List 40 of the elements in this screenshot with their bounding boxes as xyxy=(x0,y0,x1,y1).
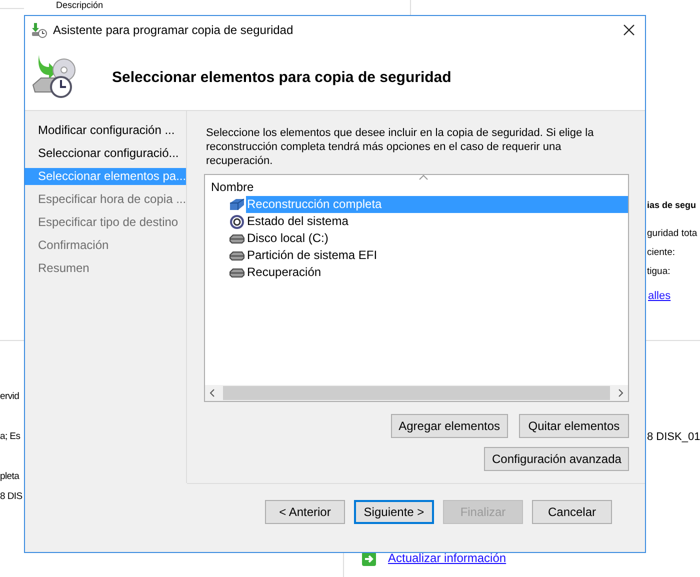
drive-icon xyxy=(229,234,245,244)
list-action-button[interactable]: Agregar elementos xyxy=(390,414,508,438)
info-label: pleta xyxy=(0,471,20,482)
info-label: ciente: xyxy=(647,247,675,258)
list-item[interactable]: Partición de sistema EFI xyxy=(246,247,628,264)
arrow-icon xyxy=(362,552,376,566)
info-label: ervid xyxy=(0,391,20,402)
wizard-button[interactable]: Cancelar xyxy=(532,500,612,524)
list-item[interactable]: Recuperación xyxy=(246,264,628,281)
list-item[interactable]: Disco local (C:) xyxy=(246,230,628,247)
list-action-button[interactable]: Quitar elementos xyxy=(519,414,629,438)
info-label: a; Es xyxy=(0,431,20,442)
wizard-step[interactable]: Seleccionar configuració... xyxy=(25,145,186,162)
page-heading: Seleccionar elementos para copia de seguridad xyxy=(112,68,452,86)
sort-icon xyxy=(419,175,428,180)
info-label: guridad tota xyxy=(647,228,698,239)
horizontal-scrollbar[interactable] xyxy=(205,385,628,401)
info-label: tigua: xyxy=(647,266,670,277)
wizard-step[interactable]: Modificar configuración ... xyxy=(25,122,186,139)
wizard-button[interactable]: < Anterior xyxy=(265,500,345,524)
drive-icon xyxy=(229,268,245,278)
info-label: 8 DIS xyxy=(0,491,22,502)
column-header[interactable]: Nombre xyxy=(205,178,628,196)
advanced-settings-button[interactable]: Configuración avanzada xyxy=(484,447,629,471)
details-link[interactable]: alles xyxy=(648,290,671,302)
scroll-right-icon[interactable] xyxy=(618,389,624,397)
backup-icon xyxy=(31,22,47,38)
drive-icon xyxy=(229,250,245,260)
server-icon xyxy=(229,198,245,212)
section-heading: ias de segu xyxy=(647,200,696,210)
refresh-link[interactable]: Actualizar información xyxy=(388,551,506,565)
list-item[interactable]: Estado del sistema xyxy=(246,213,628,230)
column-header: Descripción xyxy=(56,0,104,10)
window-title: Asistente para programar copia de seguridad xyxy=(53,23,294,37)
instructions-text: Seleccione los elementos que desee incluir en la copia de seguridad. Si elige la reconstrucción completa tendrá más opciones en el caso de requerir una recuperación. xyxy=(206,126,595,168)
wizard-button[interactable]: Siguiente > xyxy=(354,500,434,524)
disk-label: 8 DISK_01 xyxy=(647,431,700,443)
close-icon[interactable] xyxy=(623,24,635,36)
gear-icon xyxy=(229,214,245,230)
scroll-left-icon[interactable] xyxy=(209,389,215,397)
